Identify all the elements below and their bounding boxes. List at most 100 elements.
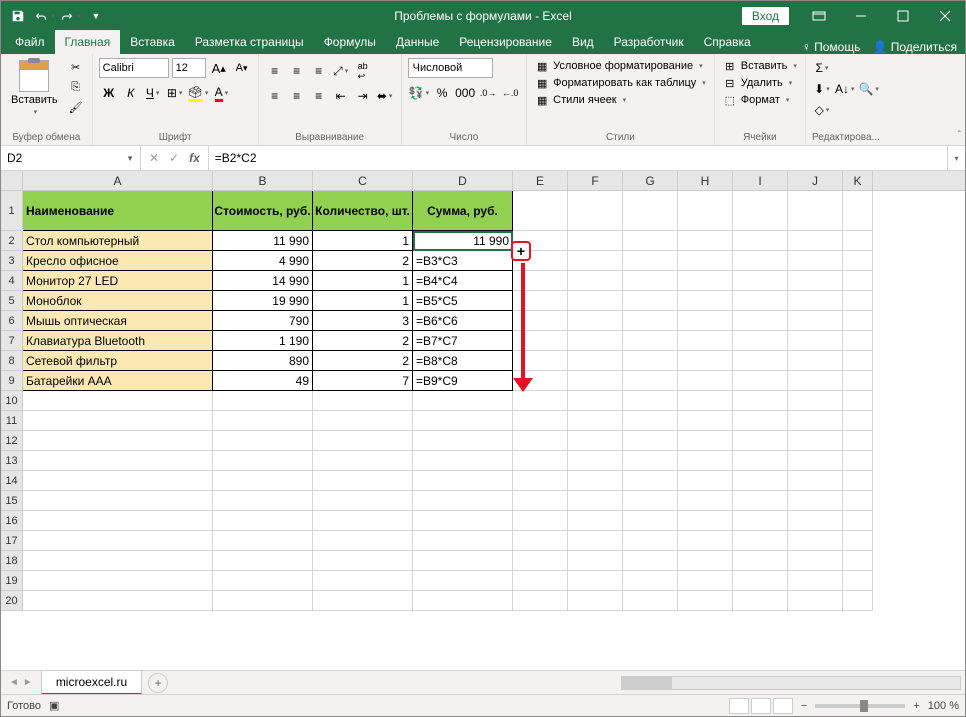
row-header[interactable]: 1 bbox=[1, 191, 23, 231]
cell[interactable] bbox=[413, 411, 513, 431]
table-cell[interactable]: 1 190 bbox=[213, 331, 313, 351]
cell[interactable] bbox=[788, 231, 843, 251]
cell[interactable] bbox=[788, 571, 843, 591]
cell[interactable] bbox=[733, 451, 788, 471]
cell[interactable] bbox=[23, 451, 213, 471]
tab-review[interactable]: Рецензирование bbox=[449, 30, 562, 54]
cell[interactable] bbox=[213, 411, 313, 431]
cell[interactable] bbox=[513, 551, 568, 571]
tab-file[interactable]: Файл bbox=[5, 30, 55, 54]
row-header[interactable]: 11 bbox=[1, 411, 23, 431]
cell[interactable] bbox=[568, 311, 623, 331]
cell[interactable] bbox=[623, 471, 678, 491]
cell[interactable] bbox=[788, 511, 843, 531]
horizontal-scrollbar[interactable] bbox=[621, 676, 961, 690]
border-icon[interactable]: ⊞▾ bbox=[165, 83, 185, 103]
cell[interactable] bbox=[513, 411, 568, 431]
row-header[interactable]: 5 bbox=[1, 291, 23, 311]
cell[interactable] bbox=[623, 251, 678, 271]
cell[interactable] bbox=[513, 331, 568, 351]
cell[interactable] bbox=[788, 311, 843, 331]
cut-icon[interactable]: ✂ bbox=[66, 58, 86, 76]
row-header[interactable]: 2 bbox=[1, 231, 23, 251]
grid-body[interactable]: 1НаименованиеСтоимость, руб.Количество, … bbox=[1, 191, 965, 670]
table-cell[interactable]: 1 bbox=[313, 231, 413, 251]
minimize-icon[interactable] bbox=[841, 1, 881, 30]
cell[interactable] bbox=[843, 251, 873, 271]
cell[interactable] bbox=[313, 451, 413, 471]
cell[interactable] bbox=[623, 271, 678, 291]
cell[interactable] bbox=[623, 571, 678, 591]
comma-icon[interactable]: 000 bbox=[454, 83, 476, 103]
cell[interactable] bbox=[513, 271, 568, 291]
sheet-nav-prev-icon[interactable]: ◄ bbox=[9, 677, 19, 688]
cell[interactable] bbox=[213, 511, 313, 531]
page-layout-view-icon[interactable] bbox=[751, 698, 771, 714]
cell[interactable] bbox=[313, 431, 413, 451]
cell[interactable] bbox=[413, 571, 513, 591]
cell[interactable] bbox=[788, 371, 843, 391]
cell[interactable] bbox=[513, 511, 568, 531]
cell[interactable] bbox=[788, 471, 843, 491]
cell[interactable] bbox=[513, 351, 568, 371]
cell[interactable] bbox=[568, 351, 623, 371]
table-cell[interactable]: 890 bbox=[213, 351, 313, 371]
cell[interactable] bbox=[623, 331, 678, 351]
table-cell[interactable]: 3 bbox=[313, 311, 413, 331]
row-header[interactable]: 7 bbox=[1, 331, 23, 351]
percent-icon[interactable]: % bbox=[432, 83, 452, 103]
row-header[interactable]: 6 bbox=[1, 311, 23, 331]
cell[interactable] bbox=[733, 371, 788, 391]
cell[interactable] bbox=[568, 431, 623, 451]
paste-button[interactable]: Вставить ▾ bbox=[7, 58, 62, 130]
cell[interactable] bbox=[413, 431, 513, 451]
cell[interactable] bbox=[513, 391, 568, 411]
cell[interactable] bbox=[623, 291, 678, 311]
cell[interactable] bbox=[568, 411, 623, 431]
zoom-level[interactable]: 100 % bbox=[928, 700, 959, 712]
table-header[interactable]: Количество, шт. bbox=[313, 191, 413, 231]
cell[interactable] bbox=[568, 511, 623, 531]
row-header[interactable]: 20 bbox=[1, 591, 23, 611]
cell[interactable] bbox=[733, 391, 788, 411]
cell[interactable] bbox=[213, 591, 313, 611]
cell[interactable] bbox=[213, 431, 313, 451]
cell[interactable] bbox=[623, 551, 678, 571]
cell[interactable] bbox=[568, 591, 623, 611]
find-select-icon[interactable]: 🔍▾ bbox=[857, 58, 879, 120]
cell[interactable] bbox=[678, 451, 733, 471]
table-cell[interactable]: Клавиатура Bluetooth bbox=[23, 331, 213, 351]
table-cell[interactable]: 2 bbox=[313, 251, 413, 271]
tab-view[interactable]: Вид bbox=[562, 30, 604, 54]
cell[interactable] bbox=[623, 531, 678, 551]
cell[interactable] bbox=[843, 591, 873, 611]
cell[interactable] bbox=[733, 591, 788, 611]
qat-customize-icon[interactable]: ▼ bbox=[85, 5, 107, 27]
cell[interactable] bbox=[788, 191, 843, 231]
zoom-slider[interactable] bbox=[815, 704, 905, 708]
cell[interactable] bbox=[23, 391, 213, 411]
increase-decimal-icon[interactable]: .0→ bbox=[478, 83, 498, 103]
cell[interactable] bbox=[843, 511, 873, 531]
normal-view-icon[interactable] bbox=[729, 698, 749, 714]
cell[interactable] bbox=[678, 511, 733, 531]
cell[interactable] bbox=[513, 471, 568, 491]
cell[interactable] bbox=[413, 591, 513, 611]
tab-formulas[interactable]: Формулы bbox=[314, 30, 386, 54]
table-cell[interactable]: 790 bbox=[213, 311, 313, 331]
cell[interactable] bbox=[843, 231, 873, 251]
cell[interactable] bbox=[788, 451, 843, 471]
tab-layout[interactable]: Разметка страницы bbox=[185, 30, 314, 54]
cell[interactable] bbox=[733, 231, 788, 251]
cell[interactable] bbox=[23, 511, 213, 531]
cell[interactable] bbox=[568, 271, 623, 291]
cell[interactable] bbox=[843, 371, 873, 391]
cell[interactable] bbox=[733, 331, 788, 351]
table-cell[interactable]: =B4*C4 bbox=[413, 271, 513, 291]
cell[interactable] bbox=[623, 491, 678, 511]
cell[interactable] bbox=[733, 571, 788, 591]
cell[interactable] bbox=[213, 451, 313, 471]
cell[interactable] bbox=[213, 571, 313, 591]
table-cell[interactable]: 11 990 bbox=[213, 231, 313, 251]
table-cell[interactable]: 19 990 bbox=[213, 291, 313, 311]
